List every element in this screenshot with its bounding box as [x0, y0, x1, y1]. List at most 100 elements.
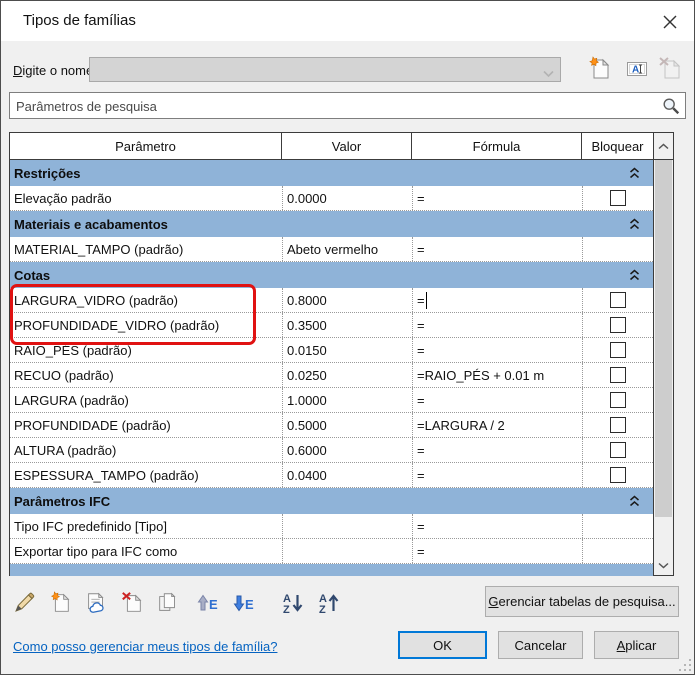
- param-formula-cell[interactable]: =RAIO_PÉS + 0.01 m: [412, 363, 582, 387]
- param-name-cell[interactable]: PROFUNDIDADE (padrão): [10, 413, 282, 437]
- param-name-cell[interactable]: ALTURA (padrão): [10, 438, 282, 462]
- svg-text:E: E: [209, 597, 218, 612]
- section-header-row[interactable]: Cotas: [10, 262, 653, 288]
- help-link[interactable]: Como posso gerenciar meus tipos de famíl…: [13, 639, 277, 654]
- param-formula-cell[interactable]: =: [412, 237, 582, 261]
- move-down-button[interactable]: E: [230, 590, 256, 616]
- param-formula-cell[interactable]: =: [412, 313, 582, 337]
- collapse-section-icon[interactable]: [629, 167, 640, 179]
- move-up-icon: E: [197, 594, 218, 612]
- param-formula-cell[interactable]: =: [412, 388, 582, 412]
- section-header-row[interactable]: Materiais e acabamentos: [10, 211, 653, 237]
- parameter-row[interactable]: Elevação padrão 0.0000 =: [10, 186, 653, 211]
- param-value-cell[interactable]: Abeto vermelho: [282, 237, 412, 261]
- param-formula-cell[interactable]: =: [412, 338, 582, 362]
- parameter-row[interactable]: RAIO_PÉS (padrão) 0.0150 =: [10, 338, 653, 363]
- resize-grip[interactable]: [679, 659, 691, 671]
- ok-button[interactable]: OK: [398, 631, 487, 659]
- shared-parameter-button[interactable]: [83, 590, 109, 616]
- sort-ascending-button[interactable]: A Z: [280, 590, 306, 616]
- lock-checkbox[interactable]: [610, 292, 626, 308]
- column-header-lock: Bloquear: [591, 138, 644, 154]
- param-value-cell[interactable]: 0.0400: [282, 463, 412, 487]
- parameter-row[interactable]: PROFUNDIDADE (padrão) 0.5000 =LARGURA / 2: [10, 413, 653, 438]
- param-name-cell[interactable]: Elevação padrão: [10, 186, 282, 210]
- lock-checkbox[interactable]: [610, 467, 626, 483]
- param-lock-cell: [582, 388, 653, 412]
- lock-checkbox[interactable]: [610, 417, 626, 433]
- close-button[interactable]: [658, 10, 682, 34]
- edit-parameter-button[interactable]: [11, 590, 37, 616]
- parameter-row[interactable]: MATERIAL_TAMPO (padrão) Abeto vermelho =: [10, 237, 653, 262]
- search-input[interactable]: [14, 95, 648, 117]
- param-value-cell[interactable]: 0.0250: [282, 363, 412, 387]
- lock-checkbox[interactable]: [610, 392, 626, 408]
- cancel-button[interactable]: Cancelar: [498, 631, 583, 659]
- apply-button[interactable]: Aplicar: [594, 631, 679, 659]
- svg-text:E: E: [245, 597, 254, 612]
- parameter-row[interactable]: PROFUNDIDADE_VIDRO (padrão) 0.3500 =: [10, 313, 653, 338]
- param-name-cell[interactable]: MATERIAL_TAMPO (padrão): [10, 237, 282, 261]
- parameter-row[interactable]: LARGURA_VIDRO (padrão) 0.8000 =: [10, 288, 653, 313]
- param-formula-cell[interactable]: =: [412, 539, 582, 563]
- parameter-row[interactable]: Tipo IFC predefinido [Tipo] =: [10, 514, 653, 539]
- param-value-cell[interactable]: [282, 539, 412, 563]
- rename-type-button[interactable]: A: [623, 55, 650, 82]
- param-value-cell[interactable]: [282, 514, 412, 538]
- param-name-cell[interactable]: Tipo IFC predefinido [Tipo]: [10, 514, 282, 538]
- section-header-row[interactable]: Parâmetros IFC: [10, 488, 653, 514]
- lock-checkbox[interactable]: [610, 342, 626, 358]
- param-formula-cell[interactable]: =: [412, 438, 582, 462]
- lock-checkbox[interactable]: [610, 367, 626, 383]
- scrollbar-thumb[interactable]: [655, 160, 672, 517]
- lock-checkbox[interactable]: [610, 317, 626, 333]
- parameter-row[interactable]: ALTURA (padrão) 0.6000 =: [10, 438, 653, 463]
- vertical-scrollbar[interactable]: [654, 133, 673, 575]
- scroll-up-button[interactable]: [654, 133, 673, 160]
- type-name-combobox[interactable]: [89, 57, 561, 82]
- parameter-search-field[interactable]: [9, 92, 686, 119]
- param-value-cell[interactable]: 0.5000: [282, 413, 412, 437]
- parameter-row[interactable]: ESPESSURA_TAMPO (padrão) 0.0400 =: [10, 463, 653, 488]
- collapse-section-icon[interactable]: [629, 495, 640, 507]
- param-formula-cell[interactable]: =: [412, 514, 582, 538]
- parameter-row[interactable]: RECUO (padrão) 0.0250 =RAIO_PÉS + 0.01 m: [10, 363, 653, 388]
- param-name-cell[interactable]: PROFUNDIDADE_VIDRO (padrão): [10, 313, 282, 337]
- svg-text:Z: Z: [319, 604, 326, 615]
- param-value-cell[interactable]: 0.6000: [282, 438, 412, 462]
- param-value-cell[interactable]: 0.0000: [282, 186, 412, 210]
- param-name-cell[interactable]: Exportar tipo para IFC como: [10, 539, 282, 563]
- param-name-cell[interactable]: RECUO (padrão): [10, 363, 282, 387]
- delete-parameter-button[interactable]: [119, 590, 145, 616]
- param-value-cell[interactable]: 0.0150: [282, 338, 412, 362]
- duplicate-parameter-button[interactable]: [155, 590, 181, 616]
- move-up-button[interactable]: E: [194, 590, 220, 616]
- section-header-row[interactable]: Restrições: [10, 160, 653, 186]
- param-name-cell[interactable]: LARGURA (padrão): [10, 388, 282, 412]
- param-formula-cell[interactable]: =LARGURA / 2: [412, 413, 582, 437]
- param-value-cell[interactable]: 1.0000: [282, 388, 412, 412]
- delete-parameter-icon: [122, 592, 142, 612]
- param-name-cell[interactable]: LARGURA_VIDRO (padrão): [10, 288, 282, 312]
- parameter-row[interactable]: Exportar tipo para IFC como =: [10, 539, 653, 564]
- param-formula-cell[interactable]: =: [412, 288, 582, 312]
- param-value-cell[interactable]: 0.3500: [282, 313, 412, 337]
- param-name-cell[interactable]: RAIO_PÉS (padrão): [10, 338, 282, 362]
- param-formula-cell[interactable]: =: [412, 463, 582, 487]
- new-parameter-button[interactable]: [47, 590, 73, 616]
- sort-descending-icon: A Z: [319, 593, 339, 615]
- manage-lookup-tables-button[interactable]: Gerenciar tabelas de pesquisa...: [485, 586, 679, 617]
- shared-parameter-icon: [88, 592, 104, 613]
- collapse-section-icon[interactable]: [629, 269, 640, 281]
- lock-checkbox[interactable]: [610, 442, 626, 458]
- new-type-button[interactable]: [585, 55, 612, 82]
- scroll-down-button[interactable]: [654, 556, 673, 575]
- parameter-row[interactable]: LARGURA (padrão) 1.0000 =: [10, 388, 653, 413]
- collapse-section-icon[interactable]: [629, 218, 640, 230]
- lock-checkbox[interactable]: [610, 190, 626, 206]
- param-value-cell[interactable]: 0.8000: [282, 288, 412, 312]
- sort-descending-button[interactable]: A Z: [316, 590, 342, 616]
- search-icon[interactable]: [661, 96, 681, 121]
- param-formula-cell[interactable]: =: [412, 186, 582, 210]
- param-name-cell[interactable]: ESPESSURA_TAMPO (padrão): [10, 463, 282, 487]
